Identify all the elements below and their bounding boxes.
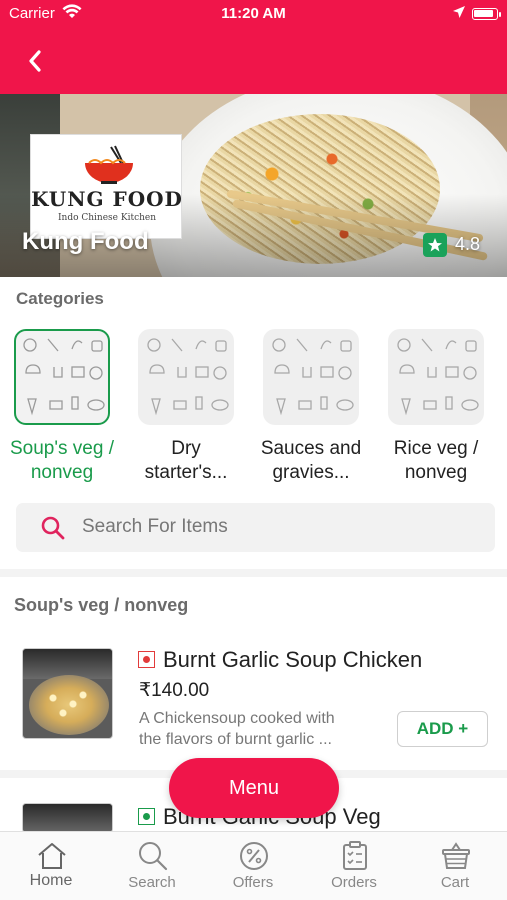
tab-label: Search [128,874,176,891]
chevron-left-icon [29,50,41,72]
section-heading: Soup's veg / nonveg [14,595,189,615]
dish-image-background [23,804,112,832]
category-label-line2: nonveg [30,462,94,483]
category-label-line1: Dry [171,438,201,459]
menu-button[interactable]: Menu [169,758,339,818]
restaurant-name: Kung Food [22,228,149,255]
category-label: Dry starter's... [124,437,248,485]
search-icon [139,842,168,871]
category-image [388,329,484,425]
tab-offers[interactable]: Offers [203,832,303,900]
rating-value: 4.8 [455,234,481,254]
category-label: Rice veg / nonveg [374,437,498,485]
category-image [14,329,110,425]
logo-title: KUNG FOOD [31,187,183,211]
tab-label: Orders [331,874,377,891]
offers-icon [240,842,268,870]
nonveg-dot [143,656,150,663]
restaurant-logo: KUNG FOOD Indo Chinese Kitchen [30,134,182,239]
orders-icon [343,841,367,870]
food-doodle-icon [147,338,229,416]
veg-indicator-icon [138,808,155,825]
bottom-tab-bar: Home Search Offers Orders Cart [0,831,507,900]
categories-heading: Categories [16,289,104,308]
item-price: ₹140.00 [139,680,210,701]
category-label-line2: starter's... [144,462,228,483]
tab-label: Home [29,872,73,889]
category-label: Sauces and gravies... [249,437,373,485]
tab-label: Offers [232,874,274,891]
nav-bar [0,28,507,94]
home-icon [38,843,66,869]
category-label-line2: nonveg [404,462,468,483]
veg-dot [143,813,150,820]
logo-subtitle: Indo Chinese Kitchen [57,213,157,223]
category-label-line1: Sauces and [260,438,362,459]
search-placeholder: Search For Items [82,516,228,537]
tab-home[interactable]: Home [1,832,101,900]
clock: 11:20 AM [221,5,286,22]
food-doodle-icon [23,338,105,416]
cart-icon [442,842,470,869]
tab-orders[interactable]: Orders [304,832,404,900]
item-description-line2: the flavors of burnt garlic ... [139,731,332,748]
item-description-line1: A Chickensoup cooked with [139,710,335,727]
section-divider [0,569,507,577]
rating-star-icon [423,233,447,257]
tab-search[interactable]: Search [102,832,202,900]
item-image[interactable] [22,648,113,739]
category-label-line2: gravies... [272,462,350,483]
item-description: A Chickensoup cooked with the flavors of… [139,708,379,750]
status-bar: Carrier 11:20 AM [0,0,507,28]
category-image [138,329,234,425]
search-input[interactable]: Search For Items [16,503,495,552]
food-doodle-icon [272,338,354,416]
battery-icon [472,8,498,20]
tab-cart[interactable]: Cart [405,832,505,900]
restaurant-banner: KUNG FOOD Indo Chinese Kitchen Kung Food… [0,94,507,277]
search-icon [41,516,65,540]
category-label-line1: Rice veg / [393,438,479,459]
dish-image-garnish [43,689,93,719]
item-name: Burnt Garlic Soup Chicken [163,647,423,672]
item-image[interactable] [22,803,113,833]
add-to-cart-button[interactable]: ADD + [397,711,488,747]
back-button[interactable] [18,44,52,78]
location-arrow-icon [452,5,466,23]
category-label-line1: Soup's veg / [10,438,114,459]
category-image [263,329,359,425]
nonveg-indicator-icon [138,651,155,668]
bowl-icon [85,145,133,184]
category-label: Soup's veg / nonveg [0,437,124,485]
tab-label: Cart [440,874,470,891]
food-doodle-icon [397,338,479,416]
battery-tip [499,12,501,17]
